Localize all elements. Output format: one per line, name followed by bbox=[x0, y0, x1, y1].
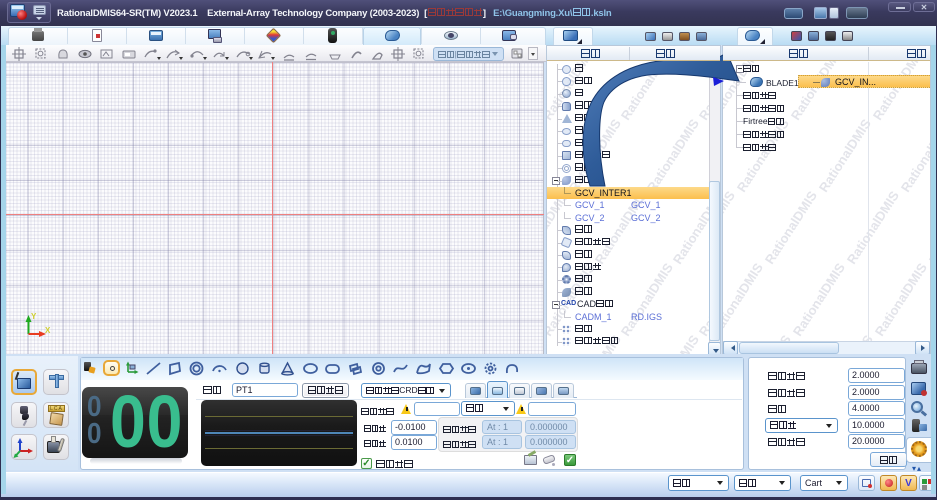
svg-text:Y: Y bbox=[31, 312, 37, 321]
svg-text:X: X bbox=[45, 326, 51, 335]
